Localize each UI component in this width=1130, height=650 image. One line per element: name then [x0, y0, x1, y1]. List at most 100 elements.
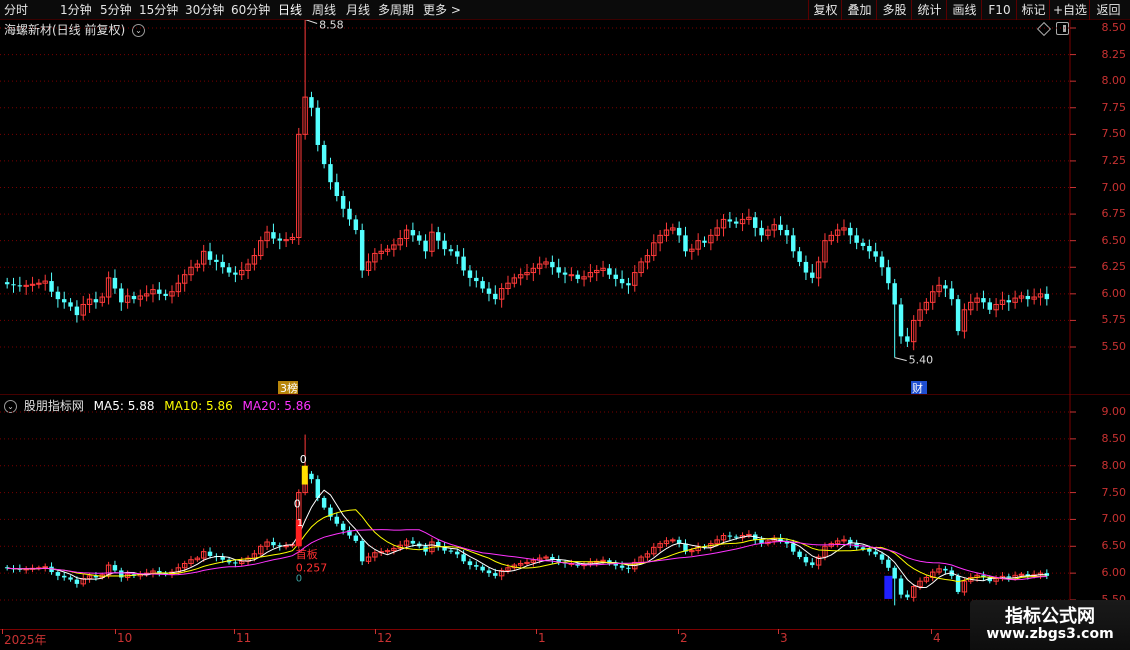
indicator-candle — [137, 570, 144, 580]
candle — [289, 233, 296, 244]
price-tick-label: 7.50 — [1101, 127, 1127, 141]
candle — [797, 247, 802, 267]
candle — [657, 230, 663, 252]
toolbar-button-4[interactable]: 画线 — [946, 0, 982, 20]
lhb-badge-text: 3榜 — [280, 381, 298, 395]
date-axis-label: 1 — [538, 631, 546, 645]
date-axis-label: 2 — [680, 631, 688, 645]
period-tab-8[interactable]: 月线 — [346, 1, 370, 19]
toolbar-button-0[interactable]: 复权 — [808, 0, 842, 20]
indicator-candle — [112, 560, 118, 574]
candle — [898, 298, 904, 344]
candle — [670, 223, 676, 235]
candle — [999, 291, 1006, 310]
candle — [828, 231, 835, 245]
candle — [17, 276, 23, 292]
candle — [112, 269, 118, 294]
period-tab-10[interactable]: 更多 > — [423, 1, 461, 19]
indicator-candle — [930, 568, 936, 582]
candle — [550, 255, 555, 275]
period-tab-2[interactable]: 5分钟 — [100, 1, 132, 19]
candle — [321, 140, 327, 169]
candle — [36, 278, 42, 289]
date-axis-tick — [931, 629, 932, 634]
indicator-candle — [797, 549, 802, 560]
candle — [62, 291, 67, 309]
price-tick-label: 6.50 — [1101, 233, 1127, 247]
toolbar-button-5[interactable]: F10 — [981, 0, 1017, 20]
price-tick-label: 6.25 — [1101, 260, 1127, 274]
candle — [55, 286, 61, 308]
candle — [423, 234, 428, 259]
candle — [923, 298, 930, 315]
candle — [854, 227, 859, 250]
indicator-candle — [841, 535, 847, 544]
candle — [1044, 286, 1050, 306]
indicator-candle — [644, 550, 651, 561]
candle — [119, 283, 124, 311]
candle — [436, 226, 441, 250]
candle — [1006, 294, 1012, 311]
candle — [619, 270, 625, 289]
candle — [448, 244, 454, 256]
price-tick-label: 7.75 — [1101, 100, 1127, 114]
candle — [556, 258, 561, 278]
price-tick-label: 8.50 — [1101, 21, 1127, 34]
candle — [834, 223, 841, 243]
candle — [733, 217, 739, 228]
candle — [207, 242, 213, 266]
candle — [910, 315, 917, 351]
candle — [417, 231, 422, 245]
price-tick-label: 7.25 — [1101, 153, 1127, 167]
indicator-candle — [810, 558, 815, 568]
candle — [105, 271, 112, 305]
period-tab-5[interactable]: 60分钟 — [231, 1, 270, 19]
indicator-candle — [613, 560, 618, 570]
indicator-candle — [651, 543, 657, 557]
period-tab-0[interactable]: 分时 — [4, 1, 28, 19]
toolbar-button-6[interactable]: 标记 — [1016, 0, 1050, 20]
candle — [505, 275, 511, 295]
period-tab-7[interactable]: 周线 — [312, 1, 336, 19]
indicator-candle — [923, 575, 930, 584]
candle — [461, 248, 466, 276]
period-tab-6[interactable]: 日线 — [278, 1, 302, 19]
toolbar-button-1[interactable]: 叠加 — [841, 0, 877, 20]
first-board-value: 0.257 — [296, 562, 328, 575]
candle — [575, 270, 580, 284]
candle — [359, 223, 365, 278]
candle — [397, 230, 403, 251]
toolbar-button-3[interactable]: 统计 — [911, 0, 947, 20]
candle — [1031, 288, 1037, 305]
ma10-line — [7, 509, 1047, 583]
indicator-candle — [727, 531, 733, 540]
candle — [86, 293, 93, 313]
candle — [429, 223, 435, 257]
indicator-candle — [194, 555, 201, 562]
period-tab-1[interactable]: 1分钟 — [60, 1, 92, 19]
period-tab-9[interactable]: 多周期 — [378, 1, 414, 19]
indicator-candle — [498, 567, 505, 581]
candle — [530, 262, 537, 282]
candle — [600, 260, 606, 277]
candle — [638, 257, 644, 277]
toolbar-button-2[interactable]: 多股 — [876, 0, 912, 20]
indicator-candle — [188, 555, 194, 567]
indicator-candle — [372, 550, 378, 562]
candle — [632, 265, 638, 292]
candle — [943, 280, 948, 298]
period-tab-4[interactable]: 30分钟 — [185, 1, 224, 19]
indicator-candle — [910, 583, 917, 602]
toolbar-button-8[interactable]: 返回 — [1089, 0, 1127, 20]
candle — [498, 283, 505, 308]
toolbar-button-7[interactable]: +自选 — [1049, 0, 1090, 20]
candle — [562, 267, 568, 284]
indicator-candle — [556, 555, 561, 566]
candle — [347, 201, 352, 226]
indicator-candle — [892, 565, 897, 606]
period-tab-3[interactable]: 15分钟 — [139, 1, 178, 19]
candle — [987, 298, 992, 315]
candle — [410, 222, 416, 242]
indicator-tick-label: 8.00 — [1101, 458, 1127, 472]
candle — [676, 221, 682, 243]
